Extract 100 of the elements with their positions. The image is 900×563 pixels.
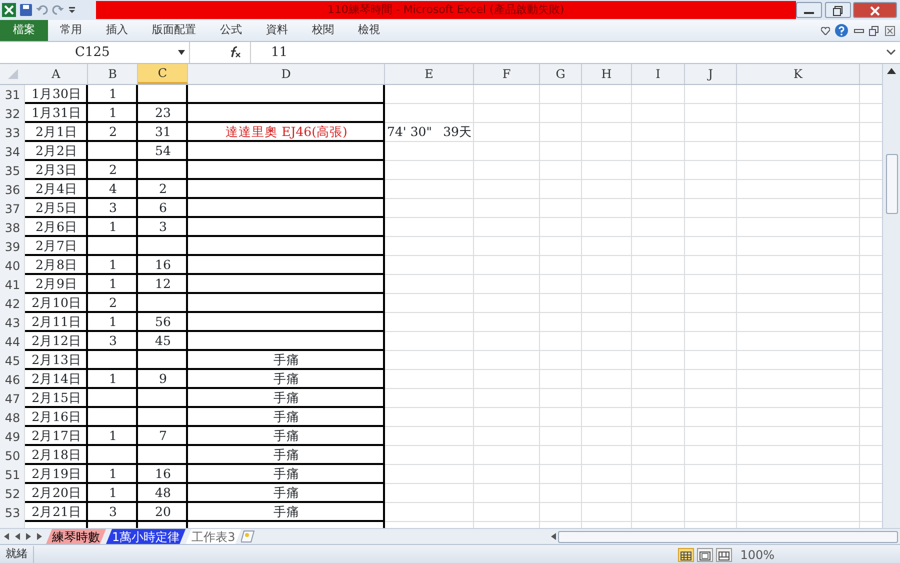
restore-icon[interactable]: [869, 26, 879, 36]
ribbon-tab[interactable]: 檢視: [346, 20, 392, 41]
column-header[interactable]: C: [138, 64, 188, 84]
row-header[interactable]: 37: [0, 199, 25, 218]
sheet-tab[interactable]: 工作表3: [186, 529, 242, 544]
scroll-left-icon[interactable]: [550, 533, 556, 540]
column-header[interactable]: F: [474, 64, 540, 84]
column-header[interactable]: H: [582, 64, 632, 84]
table-cell-text: 2月3日: [34, 161, 78, 180]
row-header[interactable]: 34: [0, 142, 25, 161]
table-cell-text: 54: [154, 142, 172, 160]
table-cell-text: 2月19日: [30, 465, 82, 484]
dropdown-icon[interactable]: [178, 50, 185, 55]
table-cell-text: 2月21日: [30, 503, 82, 522]
row-header[interactable]: 31: [0, 85, 25, 104]
table-cell-text: 2月17日: [30, 427, 82, 446]
row-header[interactable]: 52: [0, 484, 25, 503]
file-tab[interactable]: 檔案: [0, 20, 48, 41]
row-header[interactable]: 40: [0, 256, 25, 275]
table-cell-text: 3: [108, 503, 118, 522]
column-header[interactable]: J: [685, 64, 737, 84]
table-cell-text: 2月12日: [30, 332, 82, 350]
table-cell-text: 手痛: [272, 389, 300, 408]
table-cell-text: 23: [154, 104, 172, 122]
close-icon[interactable]: [884, 26, 894, 36]
column-header[interactable]: K: [737, 64, 860, 84]
row-header[interactable]: 53: [0, 503, 25, 522]
table-cell-text: 31: [154, 123, 172, 142]
table-cell-text: 1: [108, 275, 118, 294]
ribbon-tab[interactable]: 校閱: [300, 20, 346, 41]
table-cell-text: 1: [108, 484, 118, 502]
row-header[interactable]: 51: [0, 465, 25, 484]
scrollbar-thumb[interactable]: [886, 154, 898, 214]
row-header[interactable]: 33: [0, 123, 25, 142]
customize-icon[interactable]: [68, 5, 76, 15]
ribbon-tab[interactable]: 插入: [94, 20, 140, 41]
ribbon-tab[interactable]: 公式: [208, 20, 254, 41]
table-cell-text: 手痛: [272, 351, 300, 370]
minimize-icon[interactable]: [854, 28, 864, 34]
page-layout-button[interactable]: [697, 548, 714, 562]
column-header[interactable]: G: [540, 64, 582, 84]
table-cell-text: 1: [108, 85, 118, 104]
row-header[interactable]: 45: [0, 351, 25, 370]
restore-icon: [832, 6, 842, 16]
table-cell-text: 3: [108, 332, 118, 350]
formula-field[interactable]: 11: [250, 42, 882, 63]
name-box[interactable]: C125: [75, 42, 110, 62]
table-cell-text: 74' 30": [387, 123, 432, 142]
row-header[interactable]: 39: [0, 237, 25, 256]
table-cell-text: 45: [154, 332, 172, 350]
scrollbar-thumb[interactable]: [558, 530, 898, 542]
table-cell-text: 12: [154, 275, 172, 294]
ribbon-tab[interactable]: 常用: [48, 20, 94, 41]
table-cell-text: 2月18日: [30, 446, 82, 464]
page-break-button[interactable]: [716, 548, 732, 562]
table-cell-text: 1月30日: [30, 85, 82, 104]
row-header[interactable]: 41: [0, 275, 25, 294]
restore-button[interactable]: [824, 2, 850, 18]
help-icon[interactable]: [835, 24, 848, 37]
table-cell-text: 2: [108, 161, 118, 180]
row-header[interactable]: 44: [0, 332, 25, 351]
minimize-button[interactable]: [796, 2, 822, 18]
sheet-tab[interactable]: 練琴時數: [46, 529, 106, 544]
row-header[interactable]: 38: [0, 218, 25, 237]
ribbon-tab[interactable]: 版面配置: [140, 20, 208, 41]
ribbon-tab[interactable]: 資料: [254, 20, 300, 41]
table-cell-text: 手痛: [272, 446, 300, 464]
row-header[interactable]: 42: [0, 294, 25, 313]
row-header[interactable]: 47: [0, 389, 25, 408]
table-cell-text: 達達里奧 EJ46(高張): [224, 123, 348, 142]
column-header[interactable]: I: [632, 64, 685, 84]
table-cell-text: 1: [108, 313, 118, 332]
row-header[interactable]: 43: [0, 313, 25, 332]
column-header[interactable]: E: [385, 64, 474, 84]
zoom-level[interactable]: 100%: [740, 546, 774, 563]
heart-icon[interactable]: [820, 26, 830, 34]
row-header[interactable]: 32: [0, 104, 25, 123]
table-cell-text: 2月13日: [30, 351, 82, 370]
scroll-up-icon[interactable]: [887, 68, 896, 74]
normal-view-button[interactable]: [678, 548, 694, 562]
new-sheet-icon[interactable]: [241, 530, 258, 543]
row-header[interactable]: 48: [0, 408, 25, 427]
table-cell-text: 2月15日: [30, 389, 82, 408]
table-cell-text: 48: [154, 484, 172, 502]
table-cell-text: 2: [158, 180, 168, 198]
expand-icon[interactable]: [886, 49, 896, 56]
row-header[interactable]: 49: [0, 427, 25, 446]
row-header[interactable]: 36: [0, 180, 25, 199]
table-cell-text: 手痛: [272, 427, 300, 446]
column-header[interactable]: D: [188, 64, 385, 84]
sheet-tab[interactable]: 1萬小時定律: [106, 529, 186, 544]
table-cell-text: 1: [108, 218, 118, 236]
table-cell-text: 56: [154, 313, 172, 332]
row-header[interactable]: 46: [0, 370, 25, 389]
function-icon[interactable]: [228, 46, 242, 58]
row-header[interactable]: 50: [0, 446, 25, 465]
row-header[interactable]: 35: [0, 161, 25, 180]
column-header[interactable]: A: [25, 64, 88, 84]
close-button[interactable]: [853, 2, 898, 18]
save-icon[interactable]: [20, 4, 32, 16]
